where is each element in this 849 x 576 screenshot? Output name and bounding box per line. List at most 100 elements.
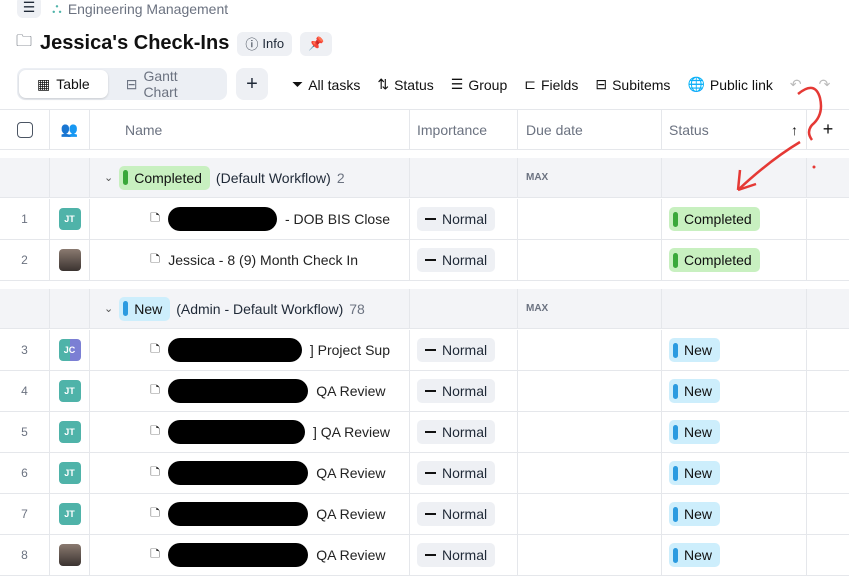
max-label: MAX — [526, 303, 549, 314]
importance-badge[interactable]: Normal — [417, 502, 496, 526]
fields-button[interactable]: ⊏ Fields — [524, 76, 578, 93]
task-name[interactable]: QA Review — [316, 506, 385, 522]
table-row[interactable]: 6 JT 🗅 QA Review Normal New — [0, 453, 849, 494]
team-icon: ⛬ — [52, 0, 62, 16]
group-status-tag: Completed — [119, 165, 210, 190]
row-number: 7 — [0, 494, 50, 534]
task-name[interactable]: QA Review — [316, 547, 385, 563]
table-row[interactable]: 1 JT 🗅 - DOB BIS Close Normal Completed — [0, 199, 849, 240]
gantt-icon: ⊟ — [125, 75, 138, 92]
task-name[interactable]: Jessica - 8 (9) Month Check In — [168, 252, 358, 268]
globe-icon: 🌐 — [687, 76, 705, 92]
status-badge[interactable]: Completed — [669, 207, 760, 231]
menu-button[interactable]: ☰ — [17, 0, 41, 18]
pin-icon: 📌 — [308, 35, 325, 51]
redacted-text — [168, 502, 309, 526]
view-switcher: ▦ Table ⊟ Gantt Chart — [17, 68, 227, 100]
importance-badge[interactable]: Normal — [417, 461, 496, 485]
task-name[interactable]: - DOB BIS Close — [285, 211, 390, 227]
fields-icon: ⊏ — [524, 76, 536, 92]
assignee-icon: 👥 — [60, 121, 79, 137]
due-date-cell[interactable] — [518, 371, 662, 411]
sort-button[interactable]: ⇅ Status — [377, 76, 433, 93]
redacted-text — [168, 543, 309, 567]
select-all-checkbox[interactable] — [16, 121, 33, 138]
folder-icon: 🗀 — [16, 33, 33, 50]
red-annotation — [736, 86, 823, 192]
table-row[interactable]: 5 JT 🗅] QA Review Normal New — [0, 412, 849, 453]
column-due-date[interactable]: Due date — [518, 110, 662, 149]
avatar: JT — [58, 462, 81, 484]
page-title: Jessica's Check-Ins — [40, 32, 230, 54]
status-badge[interactable]: New — [669, 543, 721, 567]
avatar: JT — [58, 503, 81, 525]
importance-badge[interactable]: Normal — [417, 207, 496, 231]
importance-badge[interactable]: Normal — [417, 420, 496, 444]
avatar: JT — [58, 380, 81, 402]
table-row[interactable]: 7 JT 🗅 QA Review Normal New — [0, 494, 849, 535]
avatar — [58, 544, 81, 566]
task-icon: 🗅 — [150, 545, 161, 561]
table-row[interactable]: 2 🗅 Jessica - 8 (9) Month Check In Normal… — [0, 240, 849, 281]
importance-badge[interactable]: Normal — [417, 543, 496, 567]
due-date-cell[interactable] — [518, 535, 662, 575]
breadcrumb[interactable]: ⛬ Engineering Management — [52, 0, 228, 17]
task-name[interactable]: QA Review — [316, 465, 385, 481]
pin-button[interactable]: 📌 — [300, 31, 333, 56]
importance-badge[interactable]: Normal — [417, 379, 496, 403]
info-icon: ⓘ — [245, 37, 259, 52]
avatar — [58, 249, 81, 271]
task-icon: 🗅 — [150, 340, 161, 356]
due-date-cell[interactable] — [518, 330, 662, 370]
group-count: 78 — [349, 300, 365, 317]
task-icon: 🗅 — [150, 422, 161, 438]
collapse-chevron-icon[interactable]: ⌄ — [104, 302, 113, 315]
task-icon: 🗅 — [150, 209, 161, 225]
avatar: JC — [58, 339, 81, 361]
task-icon: 🗅 — [150, 504, 161, 520]
task-icon: 🗅 — [150, 250, 161, 266]
sort-icon: ⇅ — [377, 76, 390, 92]
row-number: 8 — [0, 535, 50, 575]
column-name[interactable]: Name — [90, 110, 410, 149]
filter-icon: ⏷ — [292, 76, 304, 92]
importance-badge[interactable]: Normal — [417, 338, 496, 362]
group-status-tag: New — [119, 296, 171, 321]
row-number: 2 — [0, 240, 50, 280]
status-badge[interactable]: New — [669, 420, 721, 444]
status-badge[interactable]: New — [669, 338, 721, 362]
status-badge[interactable]: New — [669, 502, 721, 526]
info-button[interactable]: ⓘ Info — [237, 31, 293, 56]
due-date-cell[interactable] — [518, 240, 662, 280]
row-number: 3 — [0, 330, 50, 370]
status-badge[interactable]: New — [669, 379, 721, 403]
due-date-cell[interactable] — [518, 494, 662, 534]
table-row[interactable]: 4 JT 🗅 QA Review Normal New — [0, 371, 849, 412]
filter-button[interactable]: ⏷ All tasks — [292, 76, 360, 93]
row-number: 5 — [0, 412, 50, 452]
add-view-button[interactable]: + — [236, 68, 268, 100]
avatar: JT — [58, 208, 81, 230]
due-date-cell[interactable] — [518, 453, 662, 493]
task-name[interactable]: ] Project Sup — [310, 342, 390, 358]
group-icon: ☰ — [450, 76, 464, 92]
task-name[interactable]: QA Review — [316, 383, 385, 399]
status-badge[interactable]: Completed — [669, 248, 760, 272]
redacted-text — [168, 338, 302, 362]
table-row[interactable]: 3 JC 🗅 ] Project Sup Normal New — [0, 330, 849, 371]
status-badge[interactable]: New — [669, 461, 721, 485]
column-importance[interactable]: Importance — [410, 110, 518, 149]
subitems-button[interactable]: ⊟ Subitems — [595, 76, 670, 93]
row-number: 1 — [0, 199, 50, 239]
redacted-text — [168, 461, 309, 485]
due-date-cell[interactable] — [518, 412, 662, 452]
tab-table[interactable]: ▦ Table — [19, 70, 108, 98]
task-name[interactable]: ] QA Review — [313, 424, 390, 440]
table-row[interactable]: 8 🗅 QA Review Normal New — [0, 535, 849, 576]
task-icon: 🗅 — [150, 381, 161, 397]
group-button[interactable]: ☰ Group — [451, 76, 507, 93]
importance-badge[interactable]: Normal — [417, 248, 496, 272]
tab-gantt[interactable]: ⊟ Gantt Chart — [108, 68, 225, 100]
due-date-cell[interactable] — [518, 199, 662, 239]
collapse-chevron-icon[interactable]: ⌄ — [104, 171, 113, 184]
